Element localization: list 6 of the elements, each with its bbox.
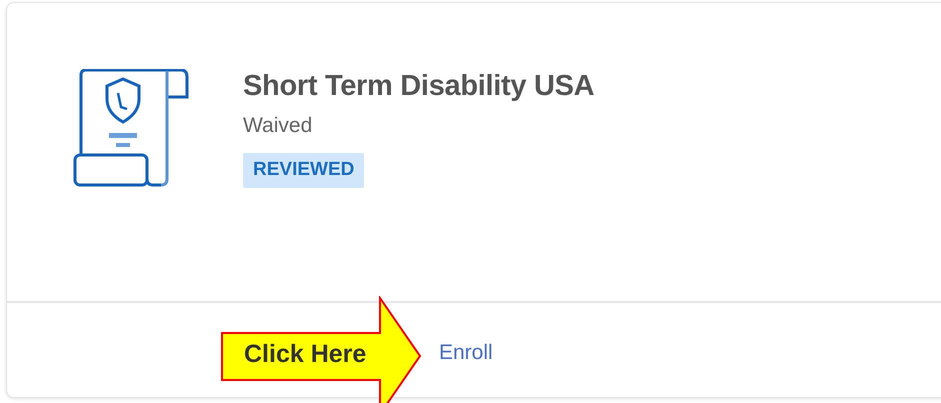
enroll-link[interactable]: Enroll	[439, 341, 493, 364]
scroll-document-icon	[73, 69, 191, 189]
plan-title: Short Term Disability USA	[243, 69, 594, 104]
plan-status: Waived	[243, 112, 314, 139]
status-badge: REVIEWED	[243, 153, 364, 188]
callout-label: Click Here	[244, 339, 366, 369]
